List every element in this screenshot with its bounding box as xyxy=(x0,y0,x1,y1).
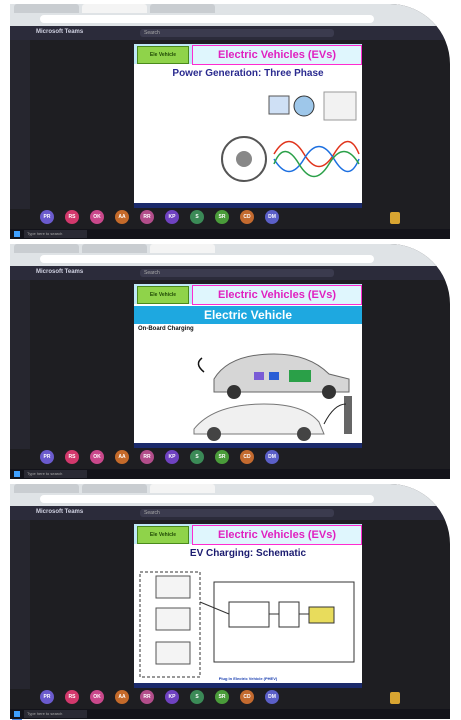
taskbar-search[interactable]: Type here to search xyxy=(24,470,87,478)
app-title: Microsoft Teams xyxy=(36,509,84,515)
participant-avatar[interactable]: S xyxy=(190,210,204,224)
participant-avatar[interactable]: KP xyxy=(165,450,179,464)
participant-avatar[interactable]: AA xyxy=(115,450,129,464)
browser-chrome xyxy=(10,244,450,266)
participant-avatar[interactable]: SR xyxy=(215,450,229,464)
slide-footer xyxy=(134,683,362,688)
ev-logo: Ele Vehicle xyxy=(137,526,189,544)
slide-subtitle: On-Board Charging xyxy=(138,326,194,332)
participant-avatar[interactable]: PR xyxy=(40,210,54,224)
browser-chrome xyxy=(10,484,450,506)
browser-tab-active[interactable] xyxy=(150,244,215,253)
address-bar[interactable] xyxy=(40,15,374,23)
search-input[interactable]: Search xyxy=(140,29,334,37)
car-illustration xyxy=(193,353,352,441)
browser-tab-active[interactable] xyxy=(82,4,147,13)
participant-strip: PR RS OK AA RR KP S SR CD DM xyxy=(30,690,440,706)
address-bar[interactable] xyxy=(40,495,374,503)
participant-avatar[interactable]: DM xyxy=(265,450,279,464)
participant-avatar[interactable]: KP xyxy=(165,210,179,224)
slide-header: Electric Vehicles (EVs) xyxy=(192,525,362,545)
charging-schematic-diagram xyxy=(139,571,355,678)
windows-taskbar: Type here to search xyxy=(10,469,450,479)
teams-sidebar xyxy=(10,40,30,209)
participant-avatar[interactable]: RR xyxy=(140,210,154,224)
browser-chrome xyxy=(10,4,450,26)
browser-tab[interactable] xyxy=(14,4,79,13)
three-phase-diagram xyxy=(221,91,360,182)
participant-avatar[interactable]: SR xyxy=(215,210,229,224)
slide-banner: Ele Vehicle Electric Vehicles (EVs) xyxy=(134,284,362,305)
slide-title: EV Charging: Schematic xyxy=(189,548,307,559)
participant-avatar[interactable]: AA xyxy=(115,690,129,704)
ev-logo: Ele Vehicle xyxy=(137,286,189,304)
slide-header: Electric Vehicles (EVs) xyxy=(192,285,362,305)
windows-start-icon[interactable] xyxy=(14,471,20,477)
windows-taskbar: Type here to search xyxy=(10,709,450,719)
participant-avatar[interactable]: OK xyxy=(90,210,104,224)
participant-avatar[interactable]: RS xyxy=(65,690,79,704)
shared-slide: Ele Vehicle Electric Vehicles (EVs) Elec… xyxy=(134,284,362,448)
browser-tab[interactable] xyxy=(82,244,147,253)
windows-start-icon[interactable] xyxy=(14,711,20,717)
browser-tab-active[interactable] xyxy=(150,484,215,493)
participant-avatar[interactable]: SR xyxy=(215,690,229,704)
participant-avatar[interactable]: CD xyxy=(240,210,254,224)
participant-avatar[interactable]: RR xyxy=(140,450,154,464)
participant-avatar[interactable]: KP xyxy=(165,690,179,704)
raise-hand-button[interactable] xyxy=(390,692,400,704)
app-title: Microsoft Teams xyxy=(36,269,84,275)
participant-strip: PR RS OK AA RR KP S SR CD DM xyxy=(30,450,440,466)
screenshot-panel: Microsoft Teams Search Ele Vehicle Elect… xyxy=(10,484,450,719)
raise-hand-button[interactable] xyxy=(390,212,400,224)
windows-start-icon[interactable] xyxy=(14,231,20,237)
search-input[interactable]: Search xyxy=(140,509,334,517)
browser-tab[interactable] xyxy=(14,244,79,253)
windows-taskbar: Type here to search xyxy=(10,229,450,239)
browser-tab[interactable] xyxy=(14,484,79,493)
slide-caption: Plug In Electric Vehicle (PHEV) xyxy=(218,676,278,681)
slide-title: Electric Vehicle xyxy=(134,306,362,324)
shared-slide: Ele Vehicle Electric Vehicles (EVs) EV C… xyxy=(134,524,362,688)
participant-avatar[interactable]: DM xyxy=(265,210,279,224)
teams-header: Microsoft Teams Search xyxy=(10,506,450,520)
slide-footer xyxy=(134,443,362,448)
taskbar-search[interactable]: Type here to search xyxy=(24,710,87,718)
participant-avatar[interactable]: DM xyxy=(265,690,279,704)
participant-avatar[interactable]: S xyxy=(190,450,204,464)
screenshot-panel: Microsoft Teams Search Ele Vehicle Elect… xyxy=(10,244,450,479)
search-input[interactable]: Search xyxy=(140,269,334,277)
participant-avatar[interactable]: RS xyxy=(65,450,79,464)
participant-avatar[interactable]: OK xyxy=(90,690,104,704)
teams-sidebar xyxy=(10,280,30,449)
participant-avatar[interactable]: RR xyxy=(140,690,154,704)
participant-avatar[interactable]: AA xyxy=(115,210,129,224)
shared-slide: Ele Vehicle Electric Vehicles (EVs) Powe… xyxy=(134,44,362,208)
participant-avatar[interactable]: OK xyxy=(90,450,104,464)
teams-header: Microsoft Teams Search xyxy=(10,26,450,40)
slide-title: Power Generation: Three Phase xyxy=(172,68,324,79)
browser-tab[interactable] xyxy=(82,484,147,493)
taskbar-search[interactable]: Type here to search xyxy=(24,230,87,238)
slide-banner: Ele Vehicle Electric Vehicles (EVs) xyxy=(134,524,362,545)
participant-avatar[interactable]: S xyxy=(190,690,204,704)
teams-header: Microsoft Teams Search xyxy=(10,266,450,280)
screenshot-panel: Microsoft Teams Search Ele Vehicle Elect… xyxy=(10,4,450,239)
address-bar[interactable] xyxy=(40,255,374,263)
slide-header: Electric Vehicles (EVs) xyxy=(192,45,362,65)
participant-avatar[interactable]: PR xyxy=(40,450,54,464)
participant-avatar[interactable]: PR xyxy=(40,690,54,704)
participant-strip: PR RS OK AA RR KP S SR CD DM xyxy=(30,210,440,226)
slide-footer xyxy=(134,203,362,208)
participant-avatar[interactable]: CD xyxy=(240,450,254,464)
participant-avatar[interactable]: RS xyxy=(65,210,79,224)
app-title: Microsoft Teams xyxy=(36,29,84,35)
slide-banner: Ele Vehicle Electric Vehicles (EVs) xyxy=(134,44,362,65)
ev-logo: Ele Vehicle xyxy=(137,46,189,64)
participant-avatar[interactable]: CD xyxy=(240,690,254,704)
teams-sidebar xyxy=(10,520,30,689)
browser-tab[interactable] xyxy=(150,4,215,13)
